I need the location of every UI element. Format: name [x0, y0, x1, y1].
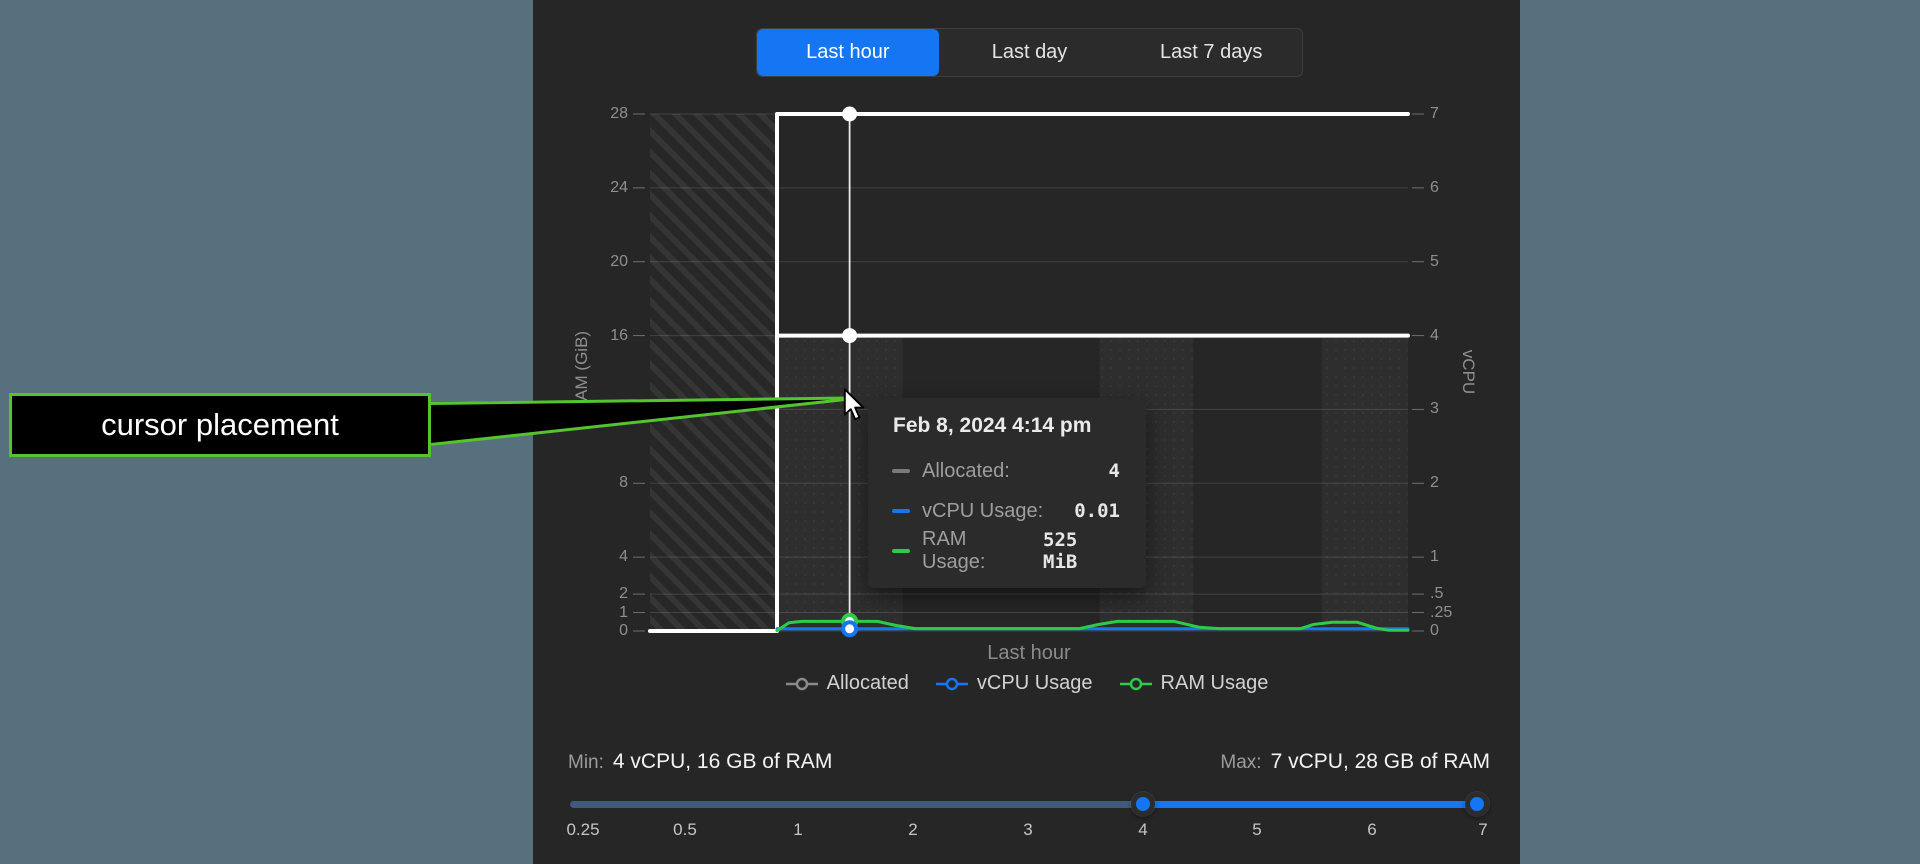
slider-tick-label-1: 1 — [768, 820, 828, 840]
hover-dot — [843, 622, 856, 635]
annotation-label: cursor placement — [101, 407, 339, 443]
tooltip-row-label: Allocated: — [922, 460, 1010, 483]
slider-handle-min[interactable] — [1131, 792, 1155, 816]
legend-label: RAM Usage — [1161, 672, 1269, 695]
slider-active-range[interactable] — [1143, 801, 1477, 808]
tooltip-row-value: 525 MiB — [1043, 529, 1120, 573]
min-resources: Min: 4 vCPU, 16 GB of RAM — [568, 750, 832, 774]
legend-marker-icon — [1119, 677, 1153, 691]
tab-last-day[interactable]: Last day — [939, 29, 1121, 76]
slider-tick-label-3: 3 — [998, 820, 1058, 840]
legend-item-allocated: Allocated — [785, 672, 909, 695]
tab-last-hour[interactable]: Last hour — [757, 29, 939, 76]
x-axis-title: Last hour — [929, 642, 1129, 665]
max-label: Max: — [1220, 752, 1261, 774]
series-swatch-icon — [892, 469, 910, 473]
cursor-placement-annotation: cursor placement — [9, 393, 431, 457]
slider-handle-dot — [1136, 797, 1150, 811]
slider-tick-label-0.25: 0.25 — [553, 820, 613, 840]
tooltip-row: RAM Usage:525 MiB — [892, 538, 1120, 564]
slider-tick-label-0.5: 0.5 — [655, 820, 715, 840]
legend-marker-icon — [785, 677, 819, 691]
chart-legend: Allocated vCPU Usage RAM Usage — [533, 672, 1520, 695]
slider-handle-dot — [1470, 797, 1484, 811]
tooltip-row-value: 4 — [1109, 460, 1120, 482]
chart-tooltip: Feb 8, 2024 4:14 pm Allocated: 4 vCPU Usag… — [868, 398, 1146, 588]
legend-label: vCPU Usage — [977, 672, 1093, 695]
legend-label: Allocated — [827, 672, 909, 695]
max-value: 7 vCPU, 28 GB of RAM — [1271, 750, 1490, 774]
min-label: Min: — [568, 752, 604, 774]
tooltip-row: vCPU Usage: 0.01 — [892, 498, 1120, 524]
tooltip-row-value: 0.01 — [1074, 500, 1120, 522]
slider-tick-label-5: 5 — [1227, 820, 1287, 840]
hover-dot — [842, 107, 857, 122]
screenshot-root: Last hour Last day Last 7 days RAM (GiB)… — [0, 0, 1920, 864]
slider-tick-label-6: 6 — [1342, 820, 1402, 840]
tab-last-7-days[interactable]: Last 7 days — [1120, 29, 1302, 76]
y-axis-left-title: RAM (GiB) — [572, 302, 596, 442]
max-resources: Max: 7 vCPU, 28 GB of RAM — [1150, 750, 1490, 774]
resource-range-slider[interactable] — [570, 792, 1477, 816]
legend-item-ram-usage: RAM Usage — [1119, 672, 1269, 695]
hover-dot — [842, 328, 857, 343]
tooltip-timestamp: Feb 8, 2024 4:14 pm — [893, 414, 1120, 438]
legend-marker-icon — [935, 677, 969, 691]
slider-handle-max[interactable] — [1465, 792, 1489, 816]
min-value: 4 vCPU, 16 GB of RAM — [613, 750, 832, 774]
series-swatch-icon — [892, 509, 910, 513]
tooltip-row-label: RAM Usage: — [922, 528, 1031, 574]
series-swatch-icon — [892, 549, 910, 553]
tooltip-row-label: vCPU Usage: — [922, 500, 1043, 523]
y-axis-right-title: vCPU — [1454, 302, 1478, 442]
slider-tick-label-4: 4 — [1113, 820, 1173, 840]
tooltip-row: Allocated: 4 — [892, 458, 1120, 484]
tooltip-rows: Allocated: 4 vCPU Usage: 0.01 RAM Usage:525 … — [892, 458, 1120, 564]
legend-item-vcpu-usage: vCPU Usage — [935, 672, 1093, 695]
no-data-hatched-region — [650, 114, 777, 631]
slider-tick-label-7: 7 — [1453, 820, 1513, 840]
time-range-tabs: Last hour Last day Last 7 days — [756, 28, 1303, 77]
slider-tick-label-2: 2 — [883, 820, 943, 840]
